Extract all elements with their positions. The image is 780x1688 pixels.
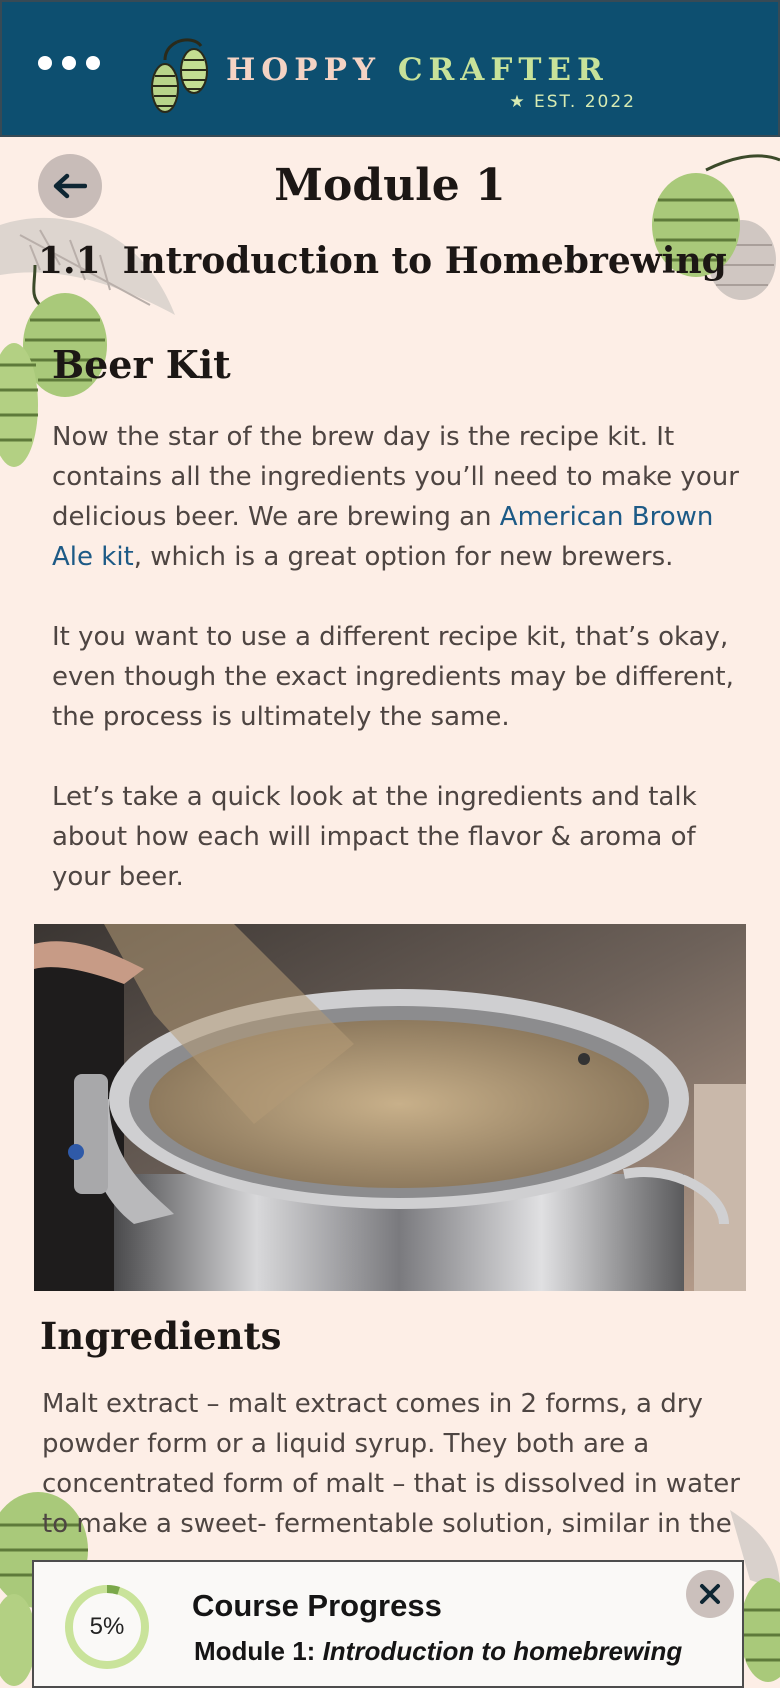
section-name: Introduction to Homebrewing <box>122 240 727 282</box>
menu-dot <box>38 56 52 70</box>
beer-kit-paragraph-3: Let’s take a quick look at the ingredien… <box>52 782 697 892</box>
section-title: 1.1 Introduction to Homebrewing <box>38 240 727 282</box>
close-progress-button[interactable] <box>686 1570 734 1618</box>
current-module-label: Module 1: Introduction to homebrewing <box>194 1636 683 1666</box>
beer-kit-heading: Beer Kit <box>52 342 231 387</box>
course-progress-title: Course Progress <box>192 1588 442 1623</box>
close-x-icon <box>700 1584 720 1604</box>
ingredients-heading: Ingredients <box>40 1314 282 1358</box>
section-number: 1.1 <box>38 240 101 282</box>
brewing-kettle-photo <box>34 924 746 1291</box>
course-progress-panel[interactable]: 5% Course Progress Module 1: Introductio… <box>32 1560 744 1688</box>
progress-percent: 5% <box>89 1613 125 1640</box>
menu-dot <box>62 56 76 70</box>
brand-wordmark[interactable]: HOPPY CRAFTER <box>226 52 609 88</box>
beer-kit-paragraph-2: It you want to use a different recipe ki… <box>52 622 734 732</box>
menu-dot <box>86 56 100 70</box>
brand-word-hoppy: HOPPY <box>226 52 382 88</box>
app-header: HOPPY CRAFTER ★ EST. 2022 <box>0 0 780 137</box>
established-tagline: ★ EST. 2022 <box>509 92 636 112</box>
beer-kit-paragraph-1: Now the star of the brew day is the reci… <box>52 422 739 572</box>
more-menu-button[interactable] <box>38 56 100 70</box>
current-module-name: Introduction to homebrewing <box>322 1636 683 1666</box>
module-title: Module 1 <box>274 160 506 211</box>
ingredients-paragraph: Malt extract – malt extract comes in 2 f… <box>42 1389 740 1539</box>
hops-logo-icon <box>151 38 208 113</box>
brand-word-crafter: CRAFTER <box>397 52 609 88</box>
